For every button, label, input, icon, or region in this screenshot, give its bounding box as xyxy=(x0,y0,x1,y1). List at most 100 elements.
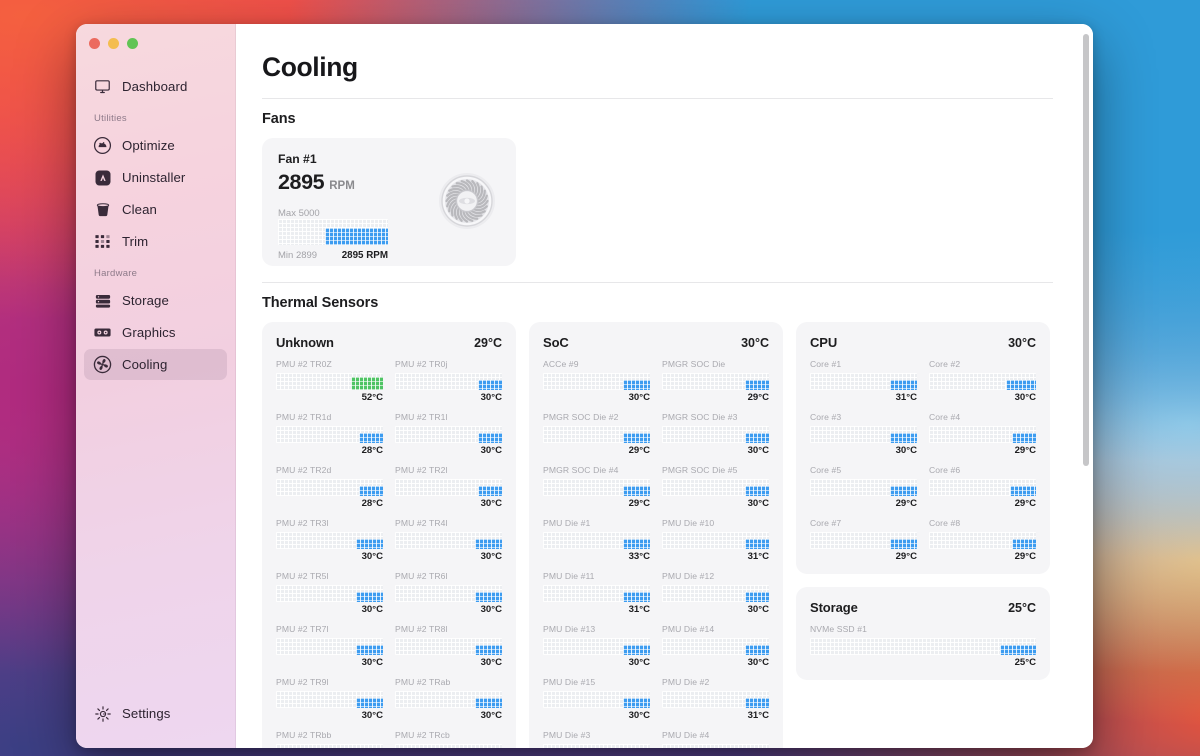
sensor-grid: Core #131°CCore #230°CCore #330°CCore #4… xyxy=(810,359,1036,562)
server-icon xyxy=(93,291,112,310)
bucket-icon xyxy=(93,200,112,219)
sensor-value: 30°C xyxy=(276,551,383,562)
sidebar-item-dashboard[interactable]: Dashboard xyxy=(84,71,227,102)
sensor-bar xyxy=(543,638,650,655)
sensor-value: 30°C xyxy=(276,710,383,721)
sensor-value: 30°C xyxy=(395,551,502,562)
sidebar-item-clean[interactable]: Clean xyxy=(84,194,227,225)
fan-speed-bar-fill xyxy=(325,228,388,245)
sensor-bar xyxy=(662,532,769,549)
sensor-card-temp: 29°C xyxy=(474,336,502,350)
sensor-card: CPU30°CCore #131°CCore #230°CCore #330°C… xyxy=(796,322,1050,574)
sensor-bar xyxy=(929,373,1036,390)
sensor-label: NVMe SSD #1 xyxy=(810,624,1036,634)
sensor-bar-fill xyxy=(623,380,650,390)
sensor-bar-fill xyxy=(623,433,650,443)
fan-name: Fan #1 xyxy=(278,152,500,166)
sensor-item: PMGR SOC Die29°C xyxy=(662,359,769,403)
sensor-label: PMU #2 TR6l xyxy=(395,571,502,581)
sensor-item: PMU #2 TR2d28°C xyxy=(276,465,383,509)
sensor-label: PMU #2 TR4l xyxy=(395,518,502,528)
sensor-bar xyxy=(662,373,769,390)
content-scroll-region[interactable]: Cooling Fans Fan #12895RPMMax 5000Min 28… xyxy=(236,24,1093,748)
sensor-item: PMU #2 TR1d28°C xyxy=(276,412,383,456)
sensor-item: PMU #2 TRcb xyxy=(395,730,502,748)
sensor-label: Core #6 xyxy=(929,465,1036,475)
sensor-value: 30°C xyxy=(543,392,650,403)
sensor-bar xyxy=(662,744,769,748)
sensor-bar-fill xyxy=(478,486,502,496)
sensor-value: 31°C xyxy=(543,604,650,615)
sensor-grid: PMU #2 TR0Z52°CPMU #2 TR0j30°CPMU #2 TR1… xyxy=(276,359,502,748)
sensor-label: PMU Die #3 xyxy=(543,730,650,740)
fan-rpm-value: 2895 xyxy=(278,170,324,195)
sensor-item: PMU Die #1031°C xyxy=(662,518,769,562)
sensor-label: PMGR SOC Die #5 xyxy=(662,465,769,475)
sidebar-item-cooling[interactable]: Cooling xyxy=(84,349,227,380)
sidebar-item-settings[interactable]: Settings xyxy=(84,698,227,729)
sensor-bar-fill xyxy=(475,645,502,655)
sensor-bar xyxy=(276,638,383,655)
minimize-button[interactable] xyxy=(108,38,119,49)
sensor-label: PMGR SOC Die #4 xyxy=(543,465,650,475)
sensor-item: PMU Die #231°C xyxy=(662,677,769,721)
sidebar-item-storage[interactable]: Storage xyxy=(84,285,227,316)
sensor-bar xyxy=(543,585,650,602)
sensor-column: CPU30°CCore #131°CCore #230°CCore #330°C… xyxy=(796,322,1050,680)
sensor-item: Core #330°C xyxy=(810,412,917,456)
sensor-value: 30°C xyxy=(395,445,502,456)
sensor-value: 30°C xyxy=(810,445,917,456)
sensor-bar xyxy=(662,426,769,443)
sensor-value: 30°C xyxy=(662,604,769,615)
page-title: Cooling xyxy=(262,52,1053,83)
sensor-bar xyxy=(810,532,917,549)
sensor-bar xyxy=(395,691,502,708)
sensor-value: 33°C xyxy=(543,551,650,562)
sidebar-item-graphics[interactable]: Graphics xyxy=(84,317,227,348)
sensor-value: 30°C xyxy=(929,392,1036,403)
sensor-bar xyxy=(929,479,1036,496)
maximize-button[interactable] xyxy=(127,38,138,49)
sensor-label: PMU Die #2 xyxy=(662,677,769,687)
sensor-bar-fill xyxy=(1010,486,1036,496)
sensor-bar-fill xyxy=(1012,539,1036,549)
sensor-label: PMU #2 TR0j xyxy=(395,359,502,369)
sensor-item: PMU #2 TR6l30°C xyxy=(395,571,502,615)
sensor-bar xyxy=(543,426,650,443)
sidebar-item-uninstaller[interactable]: Uninstaller xyxy=(84,162,227,193)
sensor-bar xyxy=(929,426,1036,443)
sidebar-item-label: Trim xyxy=(122,234,148,249)
sensor-value: 30°C xyxy=(543,710,650,721)
sidebar-item-optimize[interactable]: Optimize xyxy=(84,130,227,161)
sensor-label: PMGR SOC Die xyxy=(662,359,769,369)
sensor-label: ACCe #9 xyxy=(543,359,650,369)
sensor-label: PMU #2 TR2l xyxy=(395,465,502,475)
sensor-value: 30°C xyxy=(276,604,383,615)
sidebar-item-label: Cooling xyxy=(122,357,167,372)
sensor-bar xyxy=(276,426,383,443)
vertical-scrollbar[interactable] xyxy=(1083,34,1089,466)
close-button[interactable] xyxy=(89,38,100,49)
sensor-item: PMU Die #133°C xyxy=(543,518,650,562)
sensor-label: PMU Die #12 xyxy=(662,571,769,581)
sensor-item: Core #131°C xyxy=(810,359,917,403)
sensor-item: PMU #2 TRbb xyxy=(276,730,383,748)
sensor-label: PMU #2 TRcb xyxy=(395,730,502,740)
sensor-bar-fill xyxy=(478,433,502,443)
window-traffic-lights xyxy=(89,38,138,49)
sensor-value: 25°C xyxy=(810,657,1036,668)
sensor-value: 31°C xyxy=(810,392,917,403)
sensor-label: PMU #2 TR8l xyxy=(395,624,502,634)
sidebar-item-trim[interactable]: Trim xyxy=(84,226,227,257)
sensor-bar xyxy=(276,532,383,549)
sensor-bar xyxy=(543,479,650,496)
gear-icon xyxy=(93,704,112,723)
sensor-bar-fill xyxy=(475,592,502,602)
sensor-value: 30°C xyxy=(543,657,650,668)
sensor-item: PMU #2 TR2l30°C xyxy=(395,465,502,509)
sensor-bar-fill xyxy=(623,486,650,496)
sensor-bar-fill xyxy=(890,433,917,443)
sidebar-item-label: Optimize xyxy=(122,138,175,153)
sensor-item: PMGR SOC Die #229°C xyxy=(543,412,650,456)
sensor-bar xyxy=(662,691,769,708)
